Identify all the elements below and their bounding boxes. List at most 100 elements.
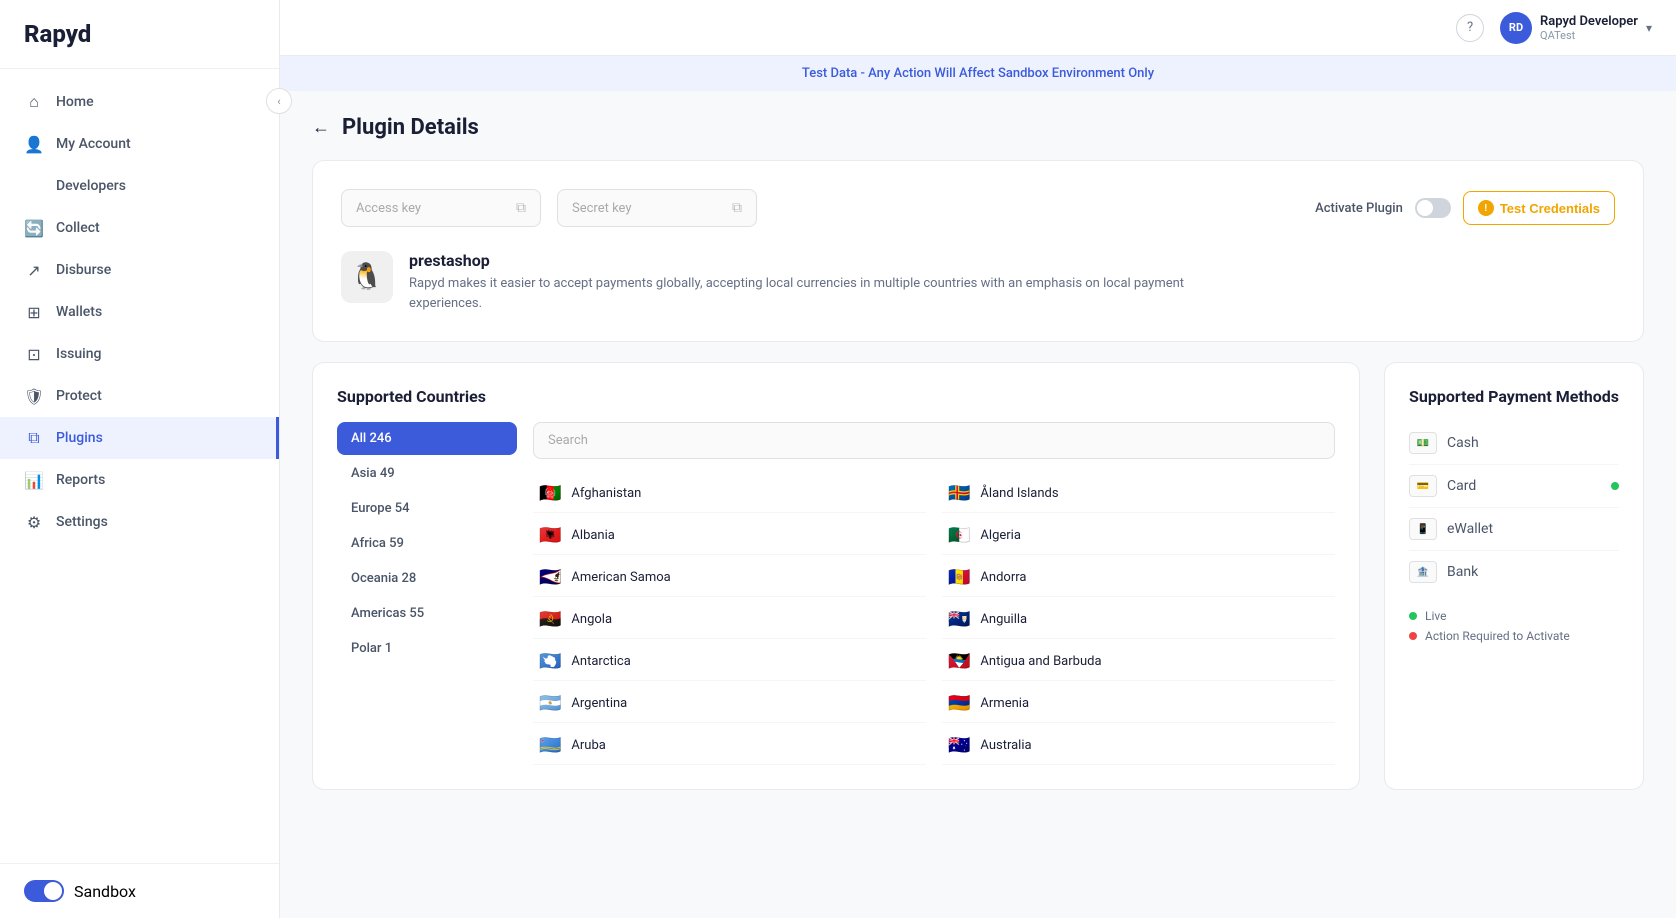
user-menu[interactable]: RD Rapyd Developer QATest ▾ <box>1500 12 1652 44</box>
nav-label: Issuing <box>56 346 101 362</box>
nav-icon: ↗ <box>24 260 44 280</box>
nav-icon <box>24 176 44 196</box>
region-item[interactable]: Asia 49 <box>337 457 517 490</box>
countries-title: Supported Countries <box>337 387 1335 406</box>
country-flag: 🇦🇶 <box>539 651 561 672</box>
nav-label: My Account <box>56 136 131 152</box>
country-name: Argentina <box>571 696 627 711</box>
country-item: 🇦🇬Antigua and Barbuda <box>942 643 1335 681</box>
country-name: Afghanistan <box>571 486 641 501</box>
method-icon: 💵 <box>1409 432 1437 454</box>
plugin-info: 🐧 prestashop Rapyd makes it easier to ac… <box>341 251 1615 313</box>
nav-icon: ⧉ <box>24 428 44 448</box>
nav-label: Reports <box>56 472 105 488</box>
activate-label: Activate Plugin <box>1315 201 1403 216</box>
country-item: 🇦🇼Aruba <box>533 727 926 765</box>
payment-method-item: 💵 Cash <box>1409 422 1619 465</box>
sidebar-item-developers[interactable]: Developers <box>0 165 279 207</box>
country-flag: 🇦🇸 <box>539 567 561 588</box>
countries-inner: All 246Asia 49Europe 54Africa 59Oceania … <box>337 422 1335 765</box>
nav-icon: ⌂ <box>24 92 44 112</box>
country-item: 🇦🇺 Australia <box>942 727 1335 765</box>
sidebar-item-home[interactable]: ⌂ Home <box>0 81 279 123</box>
nav-icon: 📊 <box>24 470 44 490</box>
sidebar-item-reports[interactable]: 📊 Reports <box>0 459 279 501</box>
methods-list: 💵 Cash 💳 Card 📱 eWallet 🏦 Bank <box>1409 422 1619 593</box>
sidebar-item-settings[interactable]: ⚙ Settings <box>0 501 279 543</box>
country-name: Aruba <box>571 738 605 753</box>
method-icon: 🏦 <box>1409 561 1437 583</box>
secret-key-input[interactable]: Secret key ⧉ <box>557 189 757 227</box>
nav-label: Wallets <box>56 304 102 320</box>
method-icon: 💳 <box>1409 475 1437 497</box>
country-item: 🇦🇲Armenia <box>942 685 1335 723</box>
sidebar-item-issuing[interactable]: ⊡ Issuing <box>0 333 279 375</box>
country-name: Antarctica <box>571 654 630 669</box>
region-list: All 246Asia 49Europe 54Africa 59Oceania … <box>337 422 517 765</box>
activate-toggle[interactable] <box>1415 198 1451 218</box>
region-item[interactable]: Americas 55 <box>337 597 517 630</box>
payment-method-item: 📱 eWallet <box>1409 508 1619 551</box>
main-content: ? RD Rapyd Developer QATest ▾ Test Data … <box>280 0 1676 918</box>
legend: Live Action Required to Activate <box>1409 609 1619 643</box>
nav-label: Disburse <box>56 262 111 278</box>
country-search-input[interactable]: Search <box>533 422 1335 459</box>
test-credentials-button[interactable]: ! Test Credentials <box>1463 191 1615 225</box>
region-item[interactable]: Africa 59 <box>337 527 517 560</box>
nav-icon: 🛡 <box>24 386 44 406</box>
country-flag: 🇦🇩 <box>948 567 970 588</box>
nav-label: Settings <box>56 514 108 530</box>
payment-method-item: 🏦 Bank <box>1409 551 1619 593</box>
region-item[interactable]: Oceania 28 <box>337 562 517 595</box>
sidebar-item-plugins[interactable]: ⧉ Plugins <box>0 417 279 459</box>
legend-item: Action Required to Activate <box>1409 629 1619 643</box>
sandbox-toggle[interactable] <box>24 880 64 902</box>
sandbox-label: Sandbox <box>74 882 136 901</box>
nav-label: Developers <box>56 178 126 194</box>
method-name: eWallet <box>1447 521 1493 537</box>
country-flag: 🇦🇽 <box>948 483 970 504</box>
country-name: Albania <box>571 528 614 543</box>
copy-icon: ⧉ <box>732 200 742 216</box>
nav-icon: ⊞ <box>24 302 44 322</box>
country-name: Algeria <box>980 528 1020 543</box>
country-name: Anguilla <box>980 612 1027 627</box>
sidebar-item-protect[interactable]: 🛡 Protect <box>0 375 279 417</box>
help-button[interactable]: ? <box>1456 14 1484 42</box>
country-name: Antigua and Barbuda <box>980 654 1101 669</box>
activate-section: Activate Plugin ! Test Credentials <box>1315 191 1615 225</box>
plugin-logo: 🐧 <box>341 251 393 303</box>
methods-title: Supported Payment Methods <box>1409 387 1619 406</box>
method-name: Bank <box>1447 564 1478 580</box>
sidebar-item-collect[interactable]: 🔄 Collect <box>0 207 279 249</box>
access-key-input[interactable]: Access key ⧉ <box>341 189 541 227</box>
country-item: 🇦🇮Anguilla <box>942 601 1335 639</box>
nav-label: Home <box>56 94 94 110</box>
sidebar-item-disburse[interactable]: ↗ Disburse <box>0 249 279 291</box>
country-name: American Samoa <box>571 570 670 585</box>
sidebar-nav: ⌂ Home 👤 My Account Developers 🔄 Collect… <box>0 69 279 863</box>
plugin-text: prestashop Rapyd makes it easier to acce… <box>409 251 1209 313</box>
country-flag: 🇦🇺 <box>948 735 970 756</box>
region-item[interactable]: Europe 54 <box>337 492 517 525</box>
country-name: Åland Islands <box>980 486 1058 501</box>
country-flag: 🇦🇫 <box>539 483 561 504</box>
country-item: 🇦🇴Angola <box>533 601 926 639</box>
plugin-name: prestashop <box>409 251 1209 270</box>
user-info: Rapyd Developer QATest <box>1540 14 1638 42</box>
back-button[interactable]: ← <box>312 117 330 138</box>
country-flag: 🇦🇴 <box>539 609 561 630</box>
region-item[interactable]: Polar 1 <box>337 632 517 665</box>
countries-section: Supported Countries All 246Asia 49Europe… <box>312 362 1360 790</box>
sidebar-item-my-account[interactable]: 👤 My Account <box>0 123 279 165</box>
method-name: Cash <box>1447 435 1479 451</box>
country-name: Australia <box>980 738 1031 753</box>
method-icon: 📱 <box>1409 518 1437 540</box>
country-name: Andorra <box>980 570 1026 585</box>
region-item[interactable]: All 246 <box>337 422 517 455</box>
legend-dot <box>1409 612 1417 620</box>
sidebar-collapse-button[interactable]: ‹ <box>266 88 292 114</box>
nav-icon: 👤 <box>24 134 44 154</box>
country-item: 🇦🇸 American Samoa <box>533 559 926 597</box>
sidebar-item-wallets[interactable]: ⊞ Wallets <box>0 291 279 333</box>
